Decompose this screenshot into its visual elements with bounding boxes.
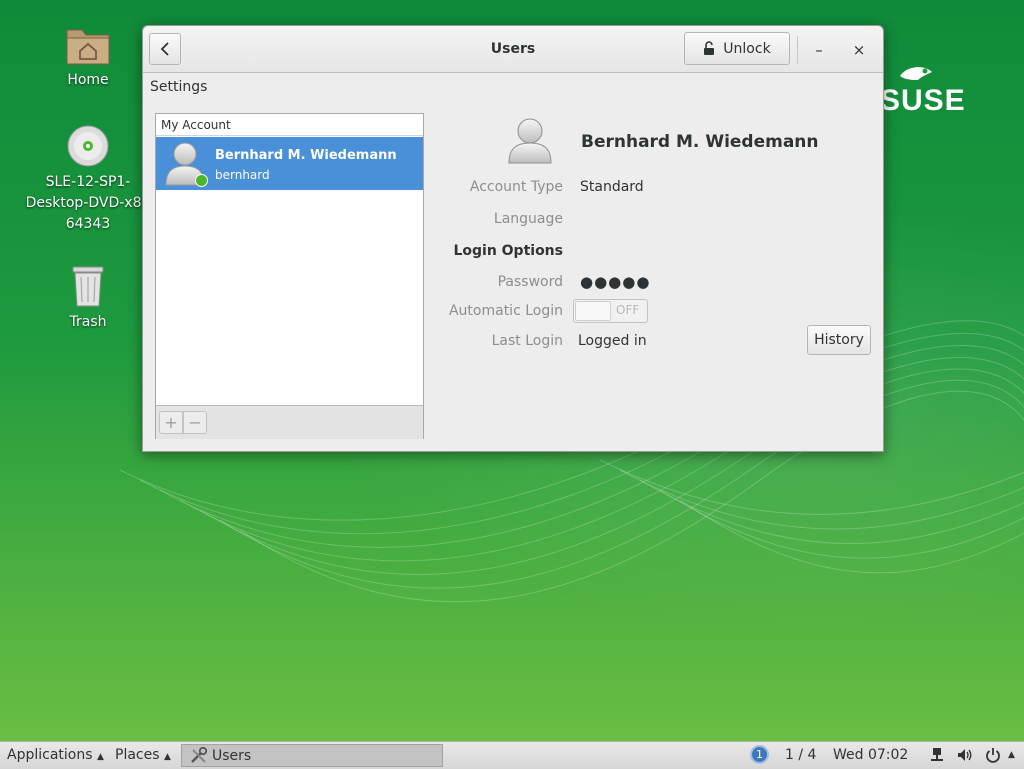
login-options-heading: Login Options [453, 243, 563, 259]
power-icon[interactable] [985, 747, 1001, 763]
settings-tools-icon [191, 747, 208, 763]
password-value[interactable]: ●●●●● [580, 273, 650, 291]
users-settings-window: Users Unlock – × Settings My Account Ber… [142, 25, 884, 452]
taskbar-item-users[interactable]: Users [181, 744, 443, 767]
trash-icon [72, 266, 104, 307]
desktop-icon-label: Home [67, 72, 109, 88]
desktop-icon-home[interactable]: Home [18, 24, 158, 91]
suse-brand-text: SUSE [880, 84, 966, 117]
desktop-icon-dvd[interactable]: SLE-12-SP1- Desktop-DVD-x86 64343 [18, 124, 158, 235]
applications-menu[interactable]: Applications ▲ [7, 747, 104, 763]
switch-knob [575, 301, 611, 321]
unlock-button[interactable]: Unlock [684, 32, 790, 65]
list-section-header: My Account [156, 114, 423, 136]
switch-state-label: OFF [616, 303, 640, 317]
places-menu[interactable]: Places ▲ [115, 747, 171, 763]
bottom-panel: Applications ▲ Places ▲ Users 1 1 / 4 We… [0, 741, 1024, 769]
add-user-button[interactable]: + [159, 411, 183, 434]
desktop-icon-trash[interactable]: Trash [18, 264, 158, 333]
network-icon[interactable] [929, 747, 945, 763]
user-full-name: Bernhard M. Wiedemann [215, 148, 397, 163]
history-button[interactable]: History [807, 325, 871, 355]
system-menu-arrow-icon[interactable]: ▲ [1008, 750, 1015, 760]
menu-arrow-icon: ▲ [96, 752, 104, 762]
lock-icon [704, 41, 715, 55]
menu-arrow-icon: ▲ [163, 752, 171, 762]
desktop-icon-label-line-3: 64343 [65, 216, 111, 232]
user-list: My Account Bernhard M. Wiedemann bernhar… [155, 113, 424, 439]
list-toolbar: + − [156, 405, 423, 439]
clock[interactable]: Wed 07:02 [833, 747, 908, 763]
automatic-login-switch[interactable]: OFF [573, 299, 648, 323]
breadcrumb-settings[interactable]: Settings [150, 79, 207, 95]
chevron-left-icon [160, 42, 169, 56]
desktop-icon-label: Trash [69, 314, 107, 330]
workspace-indicator[interactable]: 1 / 4 [785, 747, 816, 763]
detail-full-name[interactable]: Bernhard M. Wiedemann [581, 132, 819, 152]
places-menu-label: Places [115, 747, 160, 763]
back-button[interactable] [149, 33, 181, 65]
last-login-label: Last Login [491, 333, 563, 349]
workspace-badge-icon[interactable]: 1 [750, 745, 769, 764]
window-title: Users [490, 41, 536, 57]
user-avatar-large[interactable] [507, 116, 553, 164]
list-item-user[interactable]: Bernhard M. Wiedemann bernhard [156, 137, 423, 190]
account-type-label: Account Type [469, 179, 563, 195]
close-button[interactable]: × [846, 38, 872, 62]
account-type-value[interactable]: Standard [580, 179, 644, 195]
titlebar-separator [797, 36, 798, 64]
desktop-icon-label-line-1: SLE-12-SP1- [45, 174, 131, 190]
dvd-icon [67, 125, 109, 167]
minimize-button[interactable]: – [806, 38, 832, 62]
desktop-icon-label-line-2: Desktop-DVD-x86 [25, 195, 151, 211]
unlock-label: Unlock [723, 40, 771, 57]
language-label: Language [493, 211, 563, 227]
automatic-login-label: Automatic Login [448, 303, 563, 319]
remove-user-button[interactable]: − [183, 411, 207, 434]
home-folder-icon [66, 29, 110, 65]
online-status-indicator [195, 174, 208, 187]
volume-icon[interactable] [956, 747, 972, 763]
user-login-name: bernhard [215, 168, 270, 182]
taskbar-item-label: Users [212, 748, 252, 764]
password-label: Password [497, 274, 563, 290]
window-titlebar[interactable]: Users Unlock – × [143, 26, 883, 73]
applications-menu-label: Applications [7, 747, 93, 763]
last-login-value: Logged in [578, 333, 647, 349]
